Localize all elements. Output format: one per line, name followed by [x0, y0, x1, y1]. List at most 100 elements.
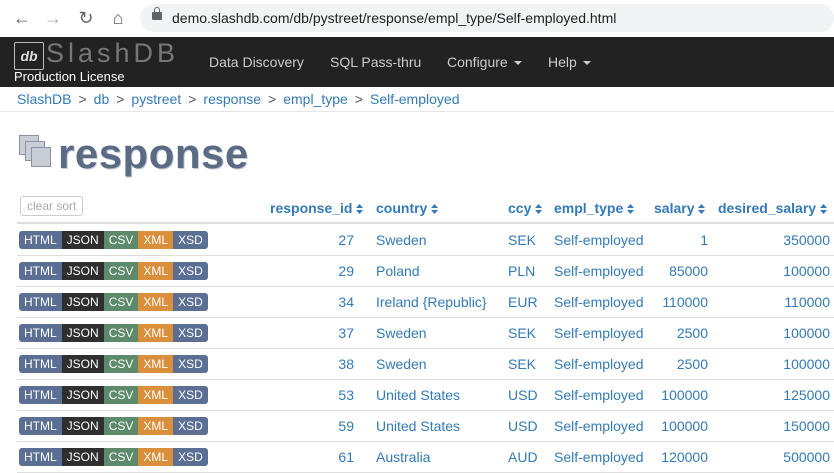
- header-ccy[interactable]: ccy: [508, 200, 543, 216]
- nav-help-label: Help: [548, 54, 577, 70]
- breadcrumb-pystreet[interactable]: pystreet: [131, 91, 181, 107]
- format-xsd-link[interactable]: XSD: [173, 448, 208, 466]
- format-xml-link[interactable]: XML: [138, 448, 174, 466]
- slashdb-logo-icon[interactable]: db: [14, 42, 44, 70]
- format-xsd-link[interactable]: XSD: [173, 324, 208, 342]
- header-response-id[interactable]: response_id: [270, 200, 364, 216]
- chevron-down-icon: [582, 61, 591, 66]
- breadcrumb: SlashDB > db > pystreet > response > empl_type > S…: [17, 91, 459, 107]
- cell-salary: 85000: [669, 263, 708, 279]
- cell-response-id[interactable]: 53: [338, 387, 354, 403]
- format-json-link[interactable]: JSON: [61, 355, 104, 373]
- format-html-link[interactable]: HTML: [19, 262, 62, 280]
- format-xml-link[interactable]: XML: [138, 355, 174, 373]
- format-xsd-link[interactable]: XSD: [173, 293, 208, 311]
- format-json-link[interactable]: JSON: [61, 448, 104, 466]
- lock-icon: [152, 7, 162, 20]
- format-xml-link[interactable]: XML: [138, 262, 174, 280]
- format-xml-link[interactable]: XML: [138, 293, 174, 311]
- format-html-link[interactable]: HTML: [19, 386, 62, 404]
- format-json-link[interactable]: JSON: [61, 386, 104, 404]
- cell-desired-salary: 100000: [783, 263, 830, 279]
- cell-salary: 100000: [661, 418, 708, 434]
- cell-response-id[interactable]: 38: [338, 356, 354, 372]
- sort-icon: [627, 204, 635, 215]
- cell-response-id[interactable]: 34: [338, 294, 354, 310]
- nav-configure-label: Configure: [447, 54, 508, 70]
- format-html-link[interactable]: HTML: [19, 231, 62, 249]
- breadcrumb-separator: >: [78, 91, 87, 107]
- header-label: country: [376, 200, 428, 216]
- format-json-link[interactable]: JSON: [61, 262, 104, 280]
- table-row: HTML JSON CSV XML XSD 59 United States USD Self-…: [17, 410, 834, 442]
- brand-name[interactable]: SlashDB: [46, 38, 179, 69]
- format-html-link[interactable]: HTML: [19, 355, 62, 373]
- cell-salary: 2500: [676, 325, 708, 341]
- home-icon[interactable]: ⌂: [107, 7, 129, 29]
- format-csv-link[interactable]: CSV: [103, 324, 139, 342]
- back-arrow-icon[interactable]: ←: [11, 7, 33, 29]
- format-csv-link[interactable]: CSV: [103, 262, 139, 280]
- cell-ccy: AUD: [508, 449, 538, 465]
- format-json-link[interactable]: JSON: [61, 324, 104, 342]
- header-salary[interactable]: salary: [654, 200, 706, 216]
- format-xsd-link[interactable]: XSD: [173, 386, 208, 404]
- nav-sql-pass-thru[interactable]: SQL Pass-thru: [330, 54, 421, 70]
- format-xsd-link[interactable]: XSD: [173, 355, 208, 373]
- format-json-link[interactable]: JSON: [61, 231, 104, 249]
- format-csv-link[interactable]: CSV: [103, 417, 139, 435]
- url-text[interactable]: demo.slashdb.com/db/pystreet/response/em…: [172, 10, 616, 26]
- format-json-link[interactable]: JSON: [61, 417, 104, 435]
- cell-salary: 100000: [661, 387, 708, 403]
- cell-response-id[interactable]: 37: [338, 325, 354, 341]
- format-xsd-link[interactable]: XSD: [173, 417, 208, 435]
- header-empl-type[interactable]: empl_type: [554, 200, 635, 216]
- format-xml-link[interactable]: XML: [138, 324, 174, 342]
- nav-help[interactable]: Help: [548, 54, 591, 70]
- nav-configure[interactable]: Configure: [447, 54, 522, 70]
- format-html-link[interactable]: HTML: [19, 324, 62, 342]
- format-csv-link[interactable]: CSV: [103, 355, 139, 373]
- cell-response-id[interactable]: 61: [338, 449, 354, 465]
- reload-icon[interactable]: ↻: [75, 7, 97, 29]
- cell-response-id[interactable]: 59: [338, 418, 354, 434]
- table-stack-icon: [19, 135, 55, 171]
- format-json-link[interactable]: JSON: [61, 293, 104, 311]
- format-xsd-link[interactable]: XSD: [173, 231, 208, 249]
- format-csv-link[interactable]: CSV: [103, 448, 139, 466]
- format-csv-link[interactable]: CSV: [103, 386, 139, 404]
- table-row: HTML JSON CSV XML XSD 29 Poland PLN Self-employe…: [17, 255, 834, 287]
- cell-empl-type: Self-employed: [554, 418, 644, 434]
- format-csv-link[interactable]: CSV: [103, 293, 139, 311]
- cell-response-id[interactable]: 29: [338, 263, 354, 279]
- breadcrumb-self-employed[interactable]: Self-employed: [370, 91, 460, 107]
- format-html-link[interactable]: HTML: [19, 293, 62, 311]
- cell-empl-type: Self-employed: [554, 356, 644, 372]
- nav-data-discovery[interactable]: Data Discovery: [209, 54, 304, 70]
- format-links: HTML JSON CSV XML XSD: [19, 386, 208, 404]
- header-label: response_id: [270, 200, 353, 216]
- forward-arrow-icon[interactable]: →: [42, 7, 64, 29]
- header-country[interactable]: country: [376, 200, 439, 216]
- header-label: salary: [654, 200, 695, 216]
- format-html-link[interactable]: HTML: [19, 448, 62, 466]
- address-bar[interactable]: demo.slashdb.com/db/pystreet/response/em…: [140, 4, 834, 32]
- header-desired-salary[interactable]: desired_salary: [718, 200, 828, 216]
- cell-country: United States: [376, 387, 461, 403]
- breadcrumb-separator: >: [188, 91, 197, 107]
- format-xsd-link[interactable]: XSD: [173, 262, 208, 280]
- format-xml-link[interactable]: XML: [138, 386, 174, 404]
- cell-ccy: EUR: [508, 294, 538, 310]
- format-xml-link[interactable]: XML: [138, 231, 174, 249]
- format-csv-link[interactable]: CSV: [103, 231, 139, 249]
- cell-empl-type: Self-employed: [554, 263, 644, 279]
- breadcrumb-db[interactable]: db: [94, 91, 110, 107]
- breadcrumb-slashdb[interactable]: SlashDB: [17, 91, 71, 107]
- format-html-link[interactable]: HTML: [19, 417, 62, 435]
- breadcrumb-response[interactable]: response: [203, 91, 261, 107]
- format-xml-link[interactable]: XML: [138, 417, 174, 435]
- cell-response-id[interactable]: 27: [338, 232, 354, 248]
- page-title: response: [58, 130, 249, 177]
- breadcrumb-empl-type[interactable]: empl_type: [283, 91, 348, 107]
- clear-sort-button[interactable]: clear sort: [20, 196, 84, 216]
